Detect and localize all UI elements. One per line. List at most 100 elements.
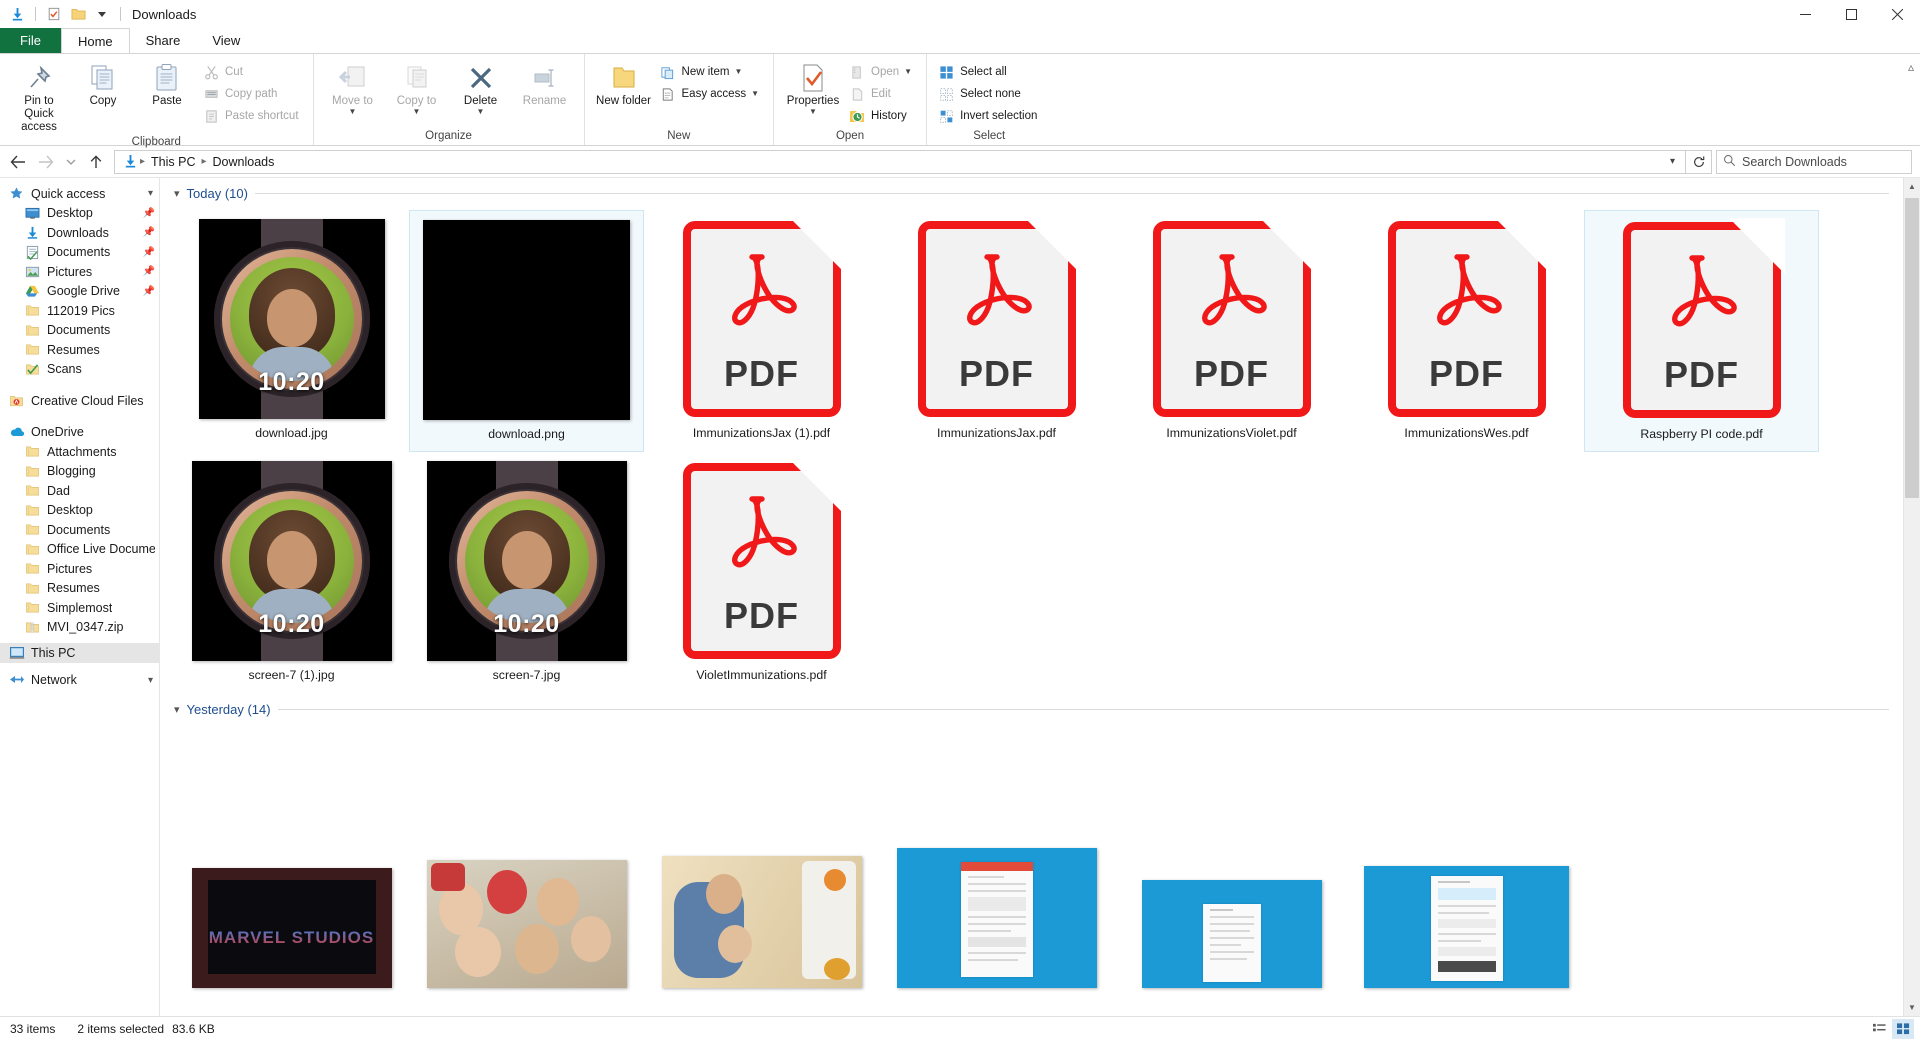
- address-dropdown-chevron[interactable]: ▾: [1662, 156, 1683, 167]
- pin-icon[interactable]: 📌: [143, 208, 155, 219]
- sidebar-item-mvi-zip[interactable]: MVI_0347.zip: [0, 618, 159, 638]
- sidebar-item-blogging[interactable]: Blogging: [0, 462, 159, 482]
- file-tile[interactable]: [409, 784, 644, 1016]
- sidebar-item-office-live-documents[interactable]: Office Live Docume: [0, 540, 159, 560]
- properties-caret-icon[interactable]: ▼: [809, 108, 817, 116]
- file-tile[interactable]: PDF ImmunizationsJax (1).pdf: [644, 210, 879, 452]
- pin-icon[interactable]: 📌: [143, 266, 155, 277]
- copy-to-caret-icon[interactable]: ▼: [413, 108, 421, 116]
- file-tile[interactable]: [879, 784, 1114, 1016]
- pin-to-quick-access-button[interactable]: Pin to Quick access: [8, 58, 70, 135]
- move-to-button[interactable]: Move to ▼: [322, 58, 384, 116]
- sidebar-item-documents-od[interactable]: Documents: [0, 520, 159, 540]
- file-tile[interactable]: [644, 784, 879, 1016]
- history-button[interactable]: History: [846, 105, 918, 127]
- easy-access-caret-icon[interactable]: ▼: [751, 90, 759, 98]
- sidebar-item-onedrive[interactable]: OneDrive: [0, 423, 159, 443]
- file-tile[interactable]: MARVEL STUDIOS: [174, 784, 409, 1016]
- sidebar-item-desktop[interactable]: Desktop 📌: [0, 204, 159, 224]
- file-tile[interactable]: 10:20 screen-7 (1).jpg: [174, 452, 409, 694]
- pin-icon[interactable]: 📌: [143, 227, 155, 238]
- pin-icon[interactable]: 📌: [143, 247, 155, 258]
- sidebar-item-pictures-od[interactable]: Pictures: [0, 559, 159, 579]
- sidebar-item-network[interactable]: Network ▾: [0, 671, 159, 691]
- sidebar-item-quick-access[interactable]: Quick access ▾: [0, 184, 159, 204]
- easy-access-button[interactable]: Easy access ▼: [657, 83, 765, 105]
- sidebar-item-pictures[interactable]: Pictures 📌: [0, 262, 159, 282]
- cut-button[interactable]: Cut: [200, 61, 305, 83]
- sidebar-item-resumes-qa[interactable]: Resumes: [0, 340, 159, 360]
- chevron-down-icon[interactable]: ▾: [148, 188, 153, 199]
- file-tile[interactable]: PDF ImmunizationsWes.pdf: [1349, 210, 1584, 452]
- breadcrumb-item-downloads[interactable]: Downloads: [208, 155, 280, 169]
- file-tile[interactable]: PDF VioletImmunizations.pdf: [644, 452, 879, 694]
- paste-button[interactable]: Paste: [136, 58, 198, 108]
- edit-button[interactable]: Edit: [846, 83, 918, 105]
- breadcrumb[interactable]: ▸ This PC ▸ Downloads ▾: [114, 149, 1686, 174]
- sidebar-item-attachments[interactable]: Attachments: [0, 442, 159, 462]
- file-tile[interactable]: 10:20 download.jpg: [174, 210, 409, 452]
- new-folder-icon[interactable]: [69, 5, 87, 23]
- file-tile[interactable]: 10:20 screen-7.jpg: [409, 452, 644, 694]
- details-view-icon[interactable]: [1868, 1019, 1890, 1039]
- file-list-pane[interactable]: ▾ Today (10) 10:20 download.jpg download…: [160, 178, 1920, 1016]
- new-item-caret-icon[interactable]: ▼: [734, 68, 742, 76]
- downloads-folder-icon[interactable]: [8, 5, 26, 23]
- open-button[interactable]: Open ▼: [846, 61, 918, 83]
- file-tile[interactable]: download.png: [409, 210, 644, 452]
- forward-arrow-icon[interactable]: [32, 149, 60, 175]
- sidebar-item-dad[interactable]: Dad: [0, 481, 159, 501]
- navigation-pane[interactable]: Quick access ▾ Desktop 📌 Downloads 📌 Doc…: [0, 178, 160, 1016]
- sidebar-item-112019-pics[interactable]: 112019 Pics: [0, 301, 159, 321]
- breadcrumb-separator-2[interactable]: ▸: [200, 156, 207, 167]
- sidebar-item-google-drive[interactable]: Google Drive 📌: [0, 282, 159, 302]
- tab-share[interactable]: Share: [130, 28, 197, 53]
- sidebar-item-simplemost[interactable]: Simplemost: [0, 598, 159, 618]
- move-to-caret-icon[interactable]: ▼: [349, 108, 357, 116]
- recent-locations-chevron-icon[interactable]: [60, 149, 82, 175]
- scroll-up-arrow-icon[interactable]: ▲: [1904, 178, 1920, 195]
- scrollbar-thumb[interactable]: [1905, 198, 1919, 498]
- paste-shortcut-button[interactable]: Paste shortcut: [200, 105, 305, 127]
- select-all-button[interactable]: Select all: [935, 61, 1043, 83]
- group-header-yesterday[interactable]: ▾ Yesterday (14): [160, 698, 1903, 720]
- file-tile[interactable]: [1349, 784, 1584, 1016]
- select-none-button[interactable]: Select none: [935, 83, 1043, 105]
- chevron-down-icon[interactable]: ▾: [148, 675, 153, 686]
- large-icons-view-icon[interactable]: [1892, 1018, 1914, 1039]
- chevron-down-icon[interactable]: ▾: [174, 703, 180, 716]
- tab-view[interactable]: View: [196, 28, 256, 53]
- copy-button[interactable]: Copy: [72, 58, 134, 108]
- new-folder-button[interactable]: New folder: [593, 58, 655, 108]
- file-tile[interactable]: PDF ImmunizationsViolet.pdf: [1114, 210, 1349, 452]
- sidebar-item-resumes-od[interactable]: Resumes: [0, 579, 159, 599]
- properties-icon[interactable]: [45, 5, 63, 23]
- file-tile[interactable]: PDF Raspberry PI code.pdf: [1584, 210, 1819, 452]
- customize-chevron-icon[interactable]: [93, 5, 111, 23]
- sidebar-item-desktop-od[interactable]: Desktop: [0, 501, 159, 521]
- vertical-scrollbar[interactable]: ▲ ▼: [1903, 178, 1920, 1016]
- refresh-icon[interactable]: [1686, 149, 1712, 174]
- collapse-ribbon-icon[interactable]: ▵: [1908, 60, 1914, 74]
- invert-selection-button[interactable]: Invert selection: [935, 105, 1043, 127]
- rename-button[interactable]: Rename: [514, 58, 576, 108]
- file-tile[interactable]: PDF ImmunizationsJax.pdf: [879, 210, 1114, 452]
- tab-file[interactable]: File: [0, 28, 61, 53]
- sidebar-item-documents[interactable]: Documents 📌: [0, 243, 159, 263]
- new-item-button[interactable]: New item ▼: [657, 61, 765, 83]
- close-button[interactable]: [1874, 0, 1920, 28]
- scroll-down-arrow-icon[interactable]: ▼: [1904, 999, 1920, 1016]
- copy-path-button[interactable]: Copy path: [200, 83, 305, 105]
- delete-caret-icon[interactable]: ▼: [477, 108, 485, 116]
- chevron-down-icon[interactable]: ▾: [174, 187, 180, 200]
- sidebar-item-downloads[interactable]: Downloads 📌: [0, 223, 159, 243]
- tab-home[interactable]: Home: [60, 28, 130, 53]
- sidebar-item-documents-qa[interactable]: Documents: [0, 321, 159, 341]
- delete-button[interactable]: Delete ▼: [450, 58, 512, 116]
- copy-to-button[interactable]: Copy to ▼: [386, 58, 448, 116]
- sidebar-item-scans[interactable]: Scans: [0, 360, 159, 380]
- breadcrumb-separator-1[interactable]: ▸: [139, 156, 146, 167]
- maximize-button[interactable]: [1828, 0, 1874, 28]
- sidebar-item-this-pc[interactable]: This PC: [0, 643, 159, 663]
- open-caret-icon[interactable]: ▼: [904, 68, 912, 76]
